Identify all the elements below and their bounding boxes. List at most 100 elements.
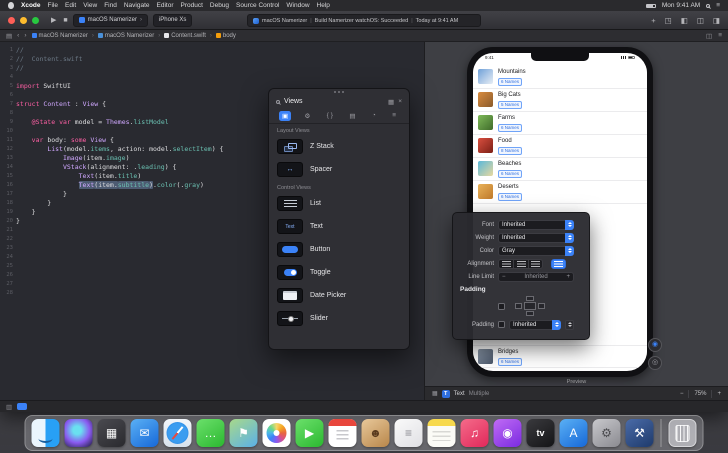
preview-row-deserts[interactable]: Deserts6 Names — [473, 181, 647, 204]
align-right-segment[interactable] — [528, 259, 543, 269]
increment-icon[interactable]: + — [566, 274, 570, 280]
dock-icon-podcasts[interactable]: ◉ — [494, 419, 522, 447]
decrement-icon[interactable]: − — [502, 274, 506, 280]
stop-button[interactable]: ■ — [63, 17, 67, 24]
menu-item-window[interactable]: Window — [286, 0, 309, 11]
modifiers-tab-icon[interactable]: ⚙ — [302, 111, 314, 121]
alignment-segmented-control[interactable] — [498, 259, 543, 269]
menu-item-edit[interactable]: Edit — [65, 0, 76, 11]
padding-popup[interactable]: Inherited — [509, 320, 561, 330]
dock-icon-maps[interactable]: ⚑ — [230, 419, 258, 447]
dock-icon-mail[interactable]: ✉ — [131, 419, 159, 447]
align-justify-segment[interactable] — [551, 259, 566, 269]
dock-icon-reminders[interactable]: ≡ — [395, 419, 423, 447]
code-line[interactable]: // — [16, 64, 424, 73]
library-search-input[interactable]: Views — [284, 98, 384, 105]
menu-clock[interactable]: Mon 9:41 AM — [662, 0, 700, 11]
dock-icon-xcode[interactable]: ⚒ — [626, 419, 654, 447]
filter-icon[interactable]: ▥ — [6, 403, 12, 411]
library-item-z-stack[interactable]: Z Stack — [269, 135, 409, 158]
color-tab-icon[interactable]: ◔ — [369, 111, 379, 120]
media-tab-icon[interactable]: ▤ — [346, 111, 358, 121]
pin-preview-button[interactable]: ◎ — [648, 356, 662, 370]
dock-icon-tv[interactable]: tv — [527, 419, 555, 447]
dock-icon-launchpad[interactable]: ▦ — [98, 419, 126, 447]
library-item-button[interactable]: Button — [269, 238, 409, 261]
views-tab-icon[interactable]: ▣ — [279, 111, 291, 121]
preview-row-big-cats[interactable]: Big Cats5 Names — [473, 89, 647, 112]
dock-icon-notes[interactable] — [428, 419, 456, 447]
menu-item-view[interactable]: View — [83, 0, 97, 11]
dock-icon-finder[interactable] — [32, 419, 60, 447]
line-limit-stepper[interactable]: −Inherited+ — [498, 272, 574, 282]
dock-icon-appstore[interactable]: A — [560, 419, 588, 447]
library-item-date-picker[interactable]: Date Picker — [269, 284, 409, 307]
row-subtitle[interactable]: 5 Names — [498, 101, 522, 109]
grid-view-icon[interactable]: ▦ — [388, 98, 394, 106]
row-subtitle[interactable]: 8 Names — [498, 147, 522, 155]
menu-item-product[interactable]: Product — [180, 0, 202, 11]
font-popup[interactable]: Inherited — [498, 220, 574, 230]
adjust-editor-icon[interactable]: ◫ — [706, 32, 712, 40]
hide-inspector-button[interactable]: ◨ — [713, 16, 720, 25]
menu-item-debug[interactable]: Debug — [210, 0, 229, 11]
zoom-out-button[interactable]: − — [680, 391, 684, 397]
hide-navigator-button[interactable]: ◧ — [681, 16, 688, 25]
menu-item-xcode[interactable]: Xcode — [21, 0, 41, 11]
padding-edges-widget[interactable] — [515, 296, 545, 316]
spotlight-icon[interactable] — [706, 4, 710, 8]
menu-item-source-control[interactable]: Source Control — [236, 0, 279, 11]
forward-button[interactable]: › — [24, 32, 26, 39]
preview-row-bridges[interactable]: Bridges6 Names — [473, 345, 647, 368]
menu-item-find[interactable]: Find — [104, 0, 117, 11]
notification-center-icon[interactable]: ≡ — [716, 2, 720, 9]
dock-icon-calendar[interactable] — [329, 419, 357, 447]
row-subtitle[interactable]: 6 Names — [498, 358, 522, 366]
menu-item-editor[interactable]: Editor — [157, 0, 174, 11]
breakpoint-badge[interactable] — [17, 403, 27, 410]
preview-row-food[interactable]: Food8 Names — [473, 135, 647, 158]
breadcrumb-item-macos-namerizer[interactable]: macOS Namerizer — [98, 33, 154, 39]
dock-icon-siri[interactable] — [65, 419, 93, 447]
row-subtitle[interactable]: 6 Names — [498, 170, 522, 178]
row-subtitle[interactable]: 6 Names — [498, 124, 522, 132]
library-item-list[interactable]: List — [269, 192, 409, 215]
dock-icon-safari[interactable] — [164, 419, 192, 447]
back-button[interactable]: ‹ — [17, 32, 19, 39]
device-bezels-icon[interactable]: ▦ — [432, 390, 438, 397]
dock-icon-messages[interactable]: … — [197, 419, 225, 447]
dock-icon-settings[interactable]: ⚙ — [593, 419, 621, 447]
code-line[interactable] — [16, 73, 424, 82]
preview-row-farms[interactable]: Farms6 Names — [473, 112, 647, 135]
library-item-toggle[interactable]: Toggle — [269, 261, 409, 284]
scheme-selector[interactable]: macOS Namerizer › — [73, 14, 148, 27]
weight-popup[interactable]: Inherited — [498, 233, 574, 243]
live-preview-button[interactable]: ◉ — [648, 338, 662, 352]
battery-icon[interactable] — [646, 4, 656, 8]
close-icon[interactable]: × — [398, 98, 402, 105]
selection-type[interactable]: Text — [454, 391, 465, 397]
snippets-tab-icon[interactable]: { } — [324, 111, 336, 120]
breadcrumb-item-macos-namerizer[interactable]: macOS Namerizer — [32, 33, 88, 39]
library-button[interactable]: + — [651, 16, 655, 25]
zoom-in-button[interactable]: + — [717, 391, 721, 397]
align-center-segment[interactable] — [513, 259, 528, 269]
preview-row-mountains[interactable]: Mountains6 Names — [473, 66, 647, 89]
menu-item-help[interactable]: Help — [317, 0, 330, 11]
dock-icon-music[interactable]: ♫ — [461, 419, 489, 447]
code-line[interactable]: // Content.swift — [16, 55, 424, 64]
preview-row-beaches[interactable]: Beaches6 Names — [473, 158, 647, 181]
breadcrumb-item-content-swift[interactable]: Content.swift — [164, 33, 206, 39]
apple-menu-icon[interactable] — [8, 2, 14, 9]
breadcrumb-item-body[interactable]: body — [216, 33, 236, 39]
dock-icon-facetime[interactable]: ▶ — [296, 419, 324, 447]
dock-icon-trash[interactable] — [669, 419, 697, 447]
dock-icon-photos[interactable] — [263, 419, 291, 447]
library-item-slider[interactable]: Slider — [269, 307, 409, 330]
dock-icon-contacts[interactable]: ☻ — [362, 419, 390, 447]
symbols-tab-icon[interactable]: ≡ — [389, 111, 399, 120]
zoom-button[interactable] — [32, 17, 39, 24]
menu-item-file[interactable]: File — [48, 0, 58, 11]
related-items-icon[interactable]: ▤ — [6, 32, 12, 40]
padding-checkbox[interactable] — [498, 303, 505, 310]
